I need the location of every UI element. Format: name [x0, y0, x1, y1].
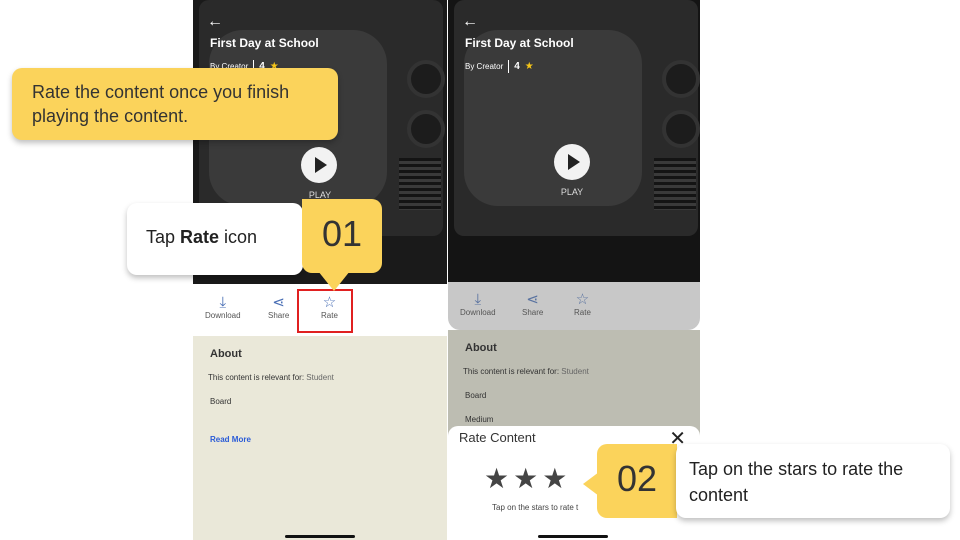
step2-callout: Tap on the stars to rate the content: [676, 444, 950, 518]
board-label: Board: [465, 391, 487, 400]
back-arrow-icon[interactable]: ←: [462, 14, 478, 30]
star-outline-icon: ☆: [575, 291, 590, 308]
tv-knob: [662, 110, 700, 148]
relevant-label: This content is relevant for:: [208, 373, 305, 382]
about-heading: About: [465, 342, 497, 354]
rating-stars[interactable]: ★★★: [484, 462, 571, 495]
tv-knob: [407, 60, 445, 98]
step2-text: Tap on the stars to rate the content: [689, 459, 904, 505]
download-icon: ⤓: [219, 294, 227, 311]
tv-speaker-grill: [399, 158, 441, 210]
rate-highlight-box: [297, 289, 353, 333]
download-button[interactable]: ⤓ Download: [460, 291, 496, 317]
step1-text: Tap Rate icon: [146, 227, 257, 248]
content-title: First Day at School: [210, 36, 319, 50]
step1-pointer: [318, 271, 350, 291]
download-label: Download: [205, 311, 241, 320]
share-button[interactable]: ⋖ Share: [268, 294, 289, 320]
play-button[interactable]: [554, 144, 590, 180]
download-label: Download: [460, 308, 496, 317]
relevant-value: Student: [306, 373, 334, 382]
tv-knob: [662, 60, 700, 98]
share-icon: ⋖: [526, 291, 539, 308]
step1-prefix: Tap: [146, 227, 181, 247]
share-label: Share: [522, 308, 544, 317]
home-indicator: [538, 535, 608, 538]
step2-number: 02: [616, 458, 658, 499]
share-icon: ⋖: [272, 294, 285, 311]
share-button[interactable]: ⋖ Share: [522, 291, 543, 317]
step1-number: 01: [321, 213, 363, 254]
read-more-link[interactable]: Read More: [210, 435, 251, 444]
back-arrow-icon[interactable]: ←: [207, 14, 223, 30]
creator-label: By Creator: [465, 62, 504, 71]
relevant-row: This content is relevant for: Student: [208, 373, 334, 382]
rate-label: Rate: [574, 308, 591, 317]
meta-divider: [508, 60, 510, 73]
download-button[interactable]: ⤓ Download: [205, 294, 241, 320]
step1-suffix: icon: [219, 227, 258, 247]
home-indicator: [285, 535, 355, 538]
step1-callout: Tap Rate icon: [127, 203, 303, 275]
download-icon: ⤓: [474, 291, 482, 308]
about-heading: About: [210, 348, 242, 360]
share-label: Share: [268, 311, 290, 320]
tv-speaker-grill: [654, 158, 696, 210]
content-meta: By Creator 4 ★: [465, 60, 534, 73]
content-hero: ← First Day at School By Creator 4 ★ PLAY: [448, 0, 700, 282]
tv-screen: [464, 30, 642, 206]
intro-callout: Rate the content once you finish playing…: [12, 68, 338, 140]
board-label: Board: [210, 397, 232, 406]
medium-label: Medium: [465, 415, 494, 424]
step1-number-badge: 01: [302, 199, 382, 273]
play-label: PLAY: [560, 187, 584, 197]
rating-value: 4: [514, 61, 520, 72]
star-icon: ★: [524, 61, 534, 72]
step2-number-badge: 02: [597, 444, 677, 518]
rate-button[interactable]: ☆ Rate: [574, 291, 591, 317]
tv-knob: [407, 110, 445, 148]
sheet-title: Rate Content: [459, 430, 536, 445]
relevant-value: Student: [561, 367, 589, 376]
content-title: First Day at School: [465, 36, 574, 50]
about-section: About This content is relevant for: Stud…: [193, 336, 447, 540]
step1-bold: Rate: [180, 227, 220, 247]
rating-hint: Tap on the stars to rate t: [492, 503, 579, 512]
play-button[interactable]: [301, 147, 337, 183]
action-bar: ⤓ Download ⋖ Share ☆ Rate: [448, 282, 700, 330]
relevant-label: This content is relevant for:: [463, 367, 560, 376]
relevant-row: This content is relevant for: Student: [463, 367, 589, 376]
intro-callout-text: Rate the content once you finish playing…: [32, 82, 290, 126]
